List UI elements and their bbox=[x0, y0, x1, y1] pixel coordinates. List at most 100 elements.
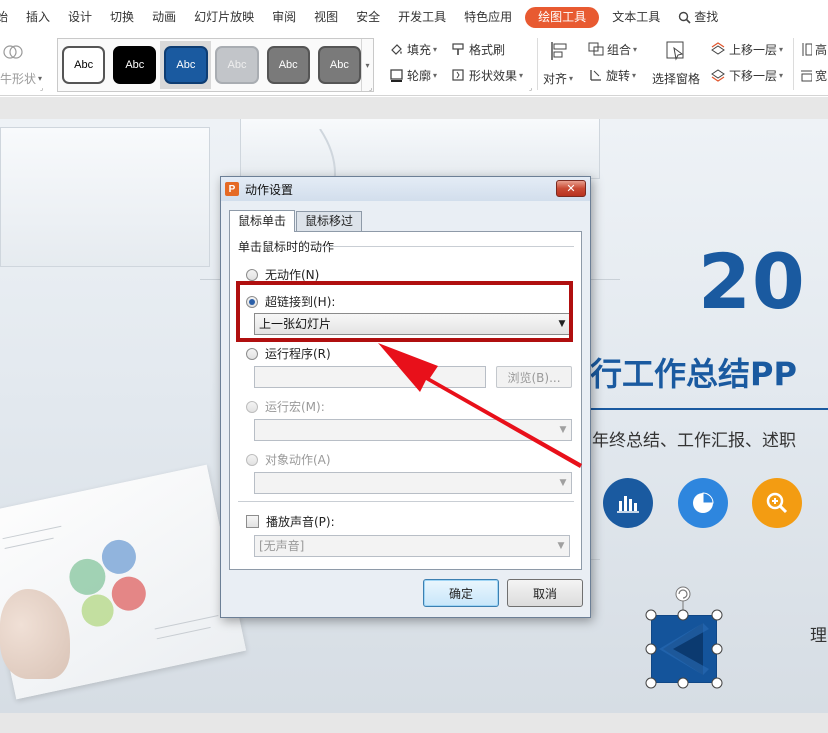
tab-mouse-over[interactable]: 鼠标移过 bbox=[296, 211, 363, 231]
sound-value: [无声音] bbox=[259, 539, 305, 553]
edit-shape-icon[interactable] bbox=[2, 42, 24, 62]
title-underline bbox=[586, 408, 828, 410]
caret-down-icon: ▾ bbox=[433, 71, 438, 80]
menu-animations[interactable]: 动画 bbox=[143, 0, 185, 34]
dropdown-arrow-icon: ▼ bbox=[559, 478, 567, 488]
menu-security[interactable]: 安全 bbox=[347, 0, 389, 34]
edit-shape-button[interactable]: 牛形状 ▾ bbox=[0, 70, 42, 87]
group-divider bbox=[318, 246, 574, 247]
menu-insert[interactable]: 插入 bbox=[17, 0, 59, 34]
dialog-titlebar[interactable]: P 动作设置 ✕ bbox=[221, 177, 590, 201]
bring-forward-button[interactable]: 上移一层 ▾ bbox=[710, 41, 783, 58]
style-preset-2[interactable]: Abc bbox=[113, 46, 157, 84]
object-action-label: 对象动作(A) bbox=[265, 453, 331, 467]
highlight-box bbox=[236, 281, 573, 342]
format-painter-button[interactable]: 格式刷 bbox=[451, 41, 505, 58]
selected-preset-highlight: Abc bbox=[160, 41, 212, 89]
run-macro-label: 运行宏(M): bbox=[265, 400, 325, 414]
cancel-button[interactable]: 取消 bbox=[507, 579, 583, 607]
search-label: 查找 bbox=[694, 10, 719, 24]
menu-home[interactable]: 始 bbox=[0, 0, 17, 34]
group-icon bbox=[588, 42, 604, 56]
align-icon[interactable] bbox=[549, 40, 569, 62]
menu-bar: 始 插入 设计 切换 动画 幻灯片放映 审阅 视图 安全 开发工具 特色应用 绘… bbox=[0, 0, 828, 34]
menu-slideshow[interactable]: 幻灯片放映 bbox=[185, 0, 263, 34]
caret-down-icon: ▾ bbox=[779, 45, 784, 54]
selection-pane-label: 选择窗格 bbox=[652, 72, 701, 86]
style-preset-4[interactable]: Abc bbox=[215, 46, 259, 84]
pie-chart-icon bbox=[678, 478, 728, 528]
caret-down-icon: ▾ bbox=[433, 45, 438, 54]
dialog-launcher-icon[interactable]: ⌟ bbox=[40, 84, 43, 92]
slide-title: 行工作总结PP bbox=[590, 355, 797, 393]
selection-pane-icon[interactable] bbox=[665, 40, 687, 62]
slide-side-text: 理 bbox=[810, 626, 827, 646]
width-field[interactable]: 宽 bbox=[800, 67, 827, 84]
ok-button[interactable]: 确定 bbox=[423, 579, 499, 607]
menu-transitions[interactable]: 切换 bbox=[101, 0, 143, 34]
caret-down-icon: ▾ bbox=[38, 74, 43, 83]
radio-run-program[interactable]: 运行程序(R) bbox=[246, 345, 331, 362]
width-icon bbox=[801, 70, 812, 82]
rotate-button[interactable]: 旋转 ▾ bbox=[588, 67, 636, 84]
dialog-close-button[interactable]: ✕ bbox=[556, 180, 586, 197]
group-label: 组合 bbox=[607, 43, 632, 57]
style-preset-1[interactable]: Abc bbox=[62, 46, 106, 84]
fill-label: 填充 bbox=[407, 43, 432, 57]
shape-effects-label: 形状效果 bbox=[469, 69, 518, 83]
menu-special-apps[interactable]: 特色应用 bbox=[455, 0, 521, 34]
checkbox-unchecked-icon bbox=[246, 515, 259, 528]
slide-subtitle: 年终总结、工作汇报、述职 bbox=[592, 431, 796, 451]
selection-pane-button[interactable]: 选择窗格 bbox=[652, 70, 700, 87]
style-preset-3[interactable]: Abc bbox=[163, 46, 208, 84]
sound-divider bbox=[238, 501, 574, 502]
sound-select[interactable]: [无声音] ▼ bbox=[254, 535, 570, 557]
menu-design[interactable]: 设计 bbox=[59, 0, 101, 34]
group-button[interactable]: 组合 ▾ bbox=[588, 41, 637, 58]
bring-forward-icon bbox=[711, 42, 725, 55]
send-backward-button[interactable]: 下移一层 ▾ bbox=[710, 67, 783, 84]
play-sound-checkbox[interactable]: 播放声音(P): bbox=[246, 513, 335, 530]
outline-button[interactable]: 轮廓 ▾ bbox=[389, 67, 437, 84]
style-dialog-launcher-icon[interactable]: ⌟ bbox=[369, 84, 372, 92]
radio-object-action[interactable]: 对象动作(A) bbox=[246, 451, 331, 468]
radio-run-macro[interactable]: 运行宏(M): bbox=[246, 398, 325, 415]
menu-view[interactable]: 视图 bbox=[305, 0, 347, 34]
send-backward-label: 下移一层 bbox=[729, 69, 778, 83]
caret-down-icon: ▾ bbox=[519, 71, 524, 80]
menu-developer[interactable]: 开发工具 bbox=[389, 0, 455, 34]
format-painter-icon bbox=[452, 43, 464, 55]
selection-handles[interactable] bbox=[640, 583, 730, 697]
dialog-tabs: 鼠标单击 鼠标移过 bbox=[229, 209, 363, 232]
object-action-select[interactable]: ▼ bbox=[254, 472, 572, 494]
caret-down-icon: ▾ bbox=[569, 74, 574, 83]
run-program-label: 运行程序(R) bbox=[265, 347, 331, 361]
macro-select[interactable]: ▼ bbox=[254, 419, 572, 441]
fill-button[interactable]: 填充 ▾ bbox=[389, 41, 437, 58]
ribbon-divider bbox=[537, 38, 538, 90]
style-preset-6[interactable]: Abc bbox=[317, 46, 361, 84]
menu-drawing-tools[interactable]: 绘图工具 bbox=[525, 6, 600, 28]
play-sound-label: 播放声音(P): bbox=[266, 515, 335, 529]
height-icon bbox=[802, 43, 812, 56]
edit-shape-label: 牛形状 bbox=[0, 72, 37, 86]
bar-chart-icon bbox=[603, 478, 653, 528]
effects-dialog-launcher-icon[interactable]: ⌟ bbox=[529, 84, 532, 92]
align-button[interactable]: 对齐 ▾ bbox=[543, 70, 573, 87]
send-backward-icon bbox=[711, 69, 725, 82]
shape-effects-icon bbox=[452, 69, 464, 81]
tab-mouse-click[interactable]: 鼠标单击 bbox=[229, 210, 296, 232]
menu-text-tools[interactable]: 文本工具 bbox=[603, 0, 669, 34]
caret-down-icon: ▾ bbox=[633, 45, 638, 54]
browse-button[interactable]: 浏览(B)... bbox=[496, 366, 572, 388]
program-path-input[interactable] bbox=[254, 366, 486, 388]
shape-effects-button[interactable]: 形状效果 ▾ bbox=[451, 67, 523, 84]
height-field[interactable]: 高 bbox=[800, 41, 827, 58]
menu-search[interactable]: 查找 bbox=[669, 0, 727, 34]
menu-review[interactable]: 审阅 bbox=[263, 0, 305, 34]
caret-down-icon: ▾ bbox=[632, 71, 637, 80]
format-painter-label: 格式刷 bbox=[469, 43, 506, 57]
search-icon bbox=[679, 11, 691, 24]
magnifier-plus-icon bbox=[752, 478, 802, 528]
style-preset-5[interactable]: Abc bbox=[266, 46, 310, 84]
